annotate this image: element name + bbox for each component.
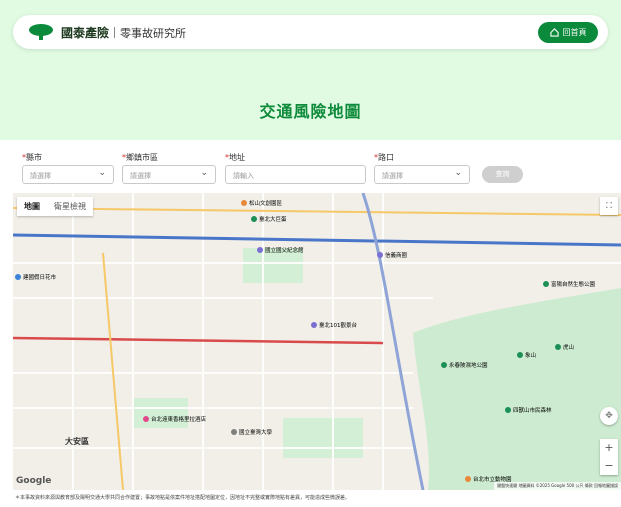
- chevron-down-icon: ⌄: [454, 168, 462, 178]
- zoom-controls: + −: [600, 439, 618, 475]
- poi-marker[interactable]: 臺北101觀景台: [311, 321, 357, 329]
- address-label: *地址: [225, 153, 245, 162]
- tab-map[interactable]: 地圖: [17, 197, 47, 216]
- tab-satellite[interactable]: 衛星檢視: [47, 197, 93, 216]
- footnote: ＊本事故資料來源與教育部及陽明交通大學共同合作建置；事故地點是依案件地址搭配地圖…: [15, 495, 351, 501]
- poi-marker[interactable]: 國立國父紀念館: [257, 246, 304, 254]
- brand-title[interactable]: 國泰產險 零事故研究所: [61, 24, 186, 41]
- chevron-down-icon: ⌄: [98, 168, 106, 178]
- poi-marker[interactable]: 信義商圈: [377, 251, 407, 259]
- poi-marker[interactable]: 臺北大巨蛋: [251, 215, 287, 223]
- chevron-down-icon: ⌄: [200, 168, 208, 178]
- poi-marker[interactable]: 台北遠東香格里拉酒店: [143, 415, 206, 423]
- home-label: 回首頁: [562, 28, 587, 37]
- map-attribution[interactable]: 鍵盤快速鍵 地圖資料 ©2025 Google 500 公尺 條款 回報地圖錯誤: [494, 482, 621, 490]
- poi-marker[interactable]: 四獸山市民森林: [505, 406, 552, 414]
- district-label: *鄉鎮市區: [122, 153, 158, 162]
- poi-marker[interactable]: 松山文創園區: [241, 199, 282, 207]
- map-canvas[interactable]: [13, 193, 621, 490]
- county-select[interactable]: 請選擇 ⌄: [22, 165, 114, 184]
- intersection-label: *路口: [374, 153, 394, 162]
- map-type-toggle: 地圖 衛星檢視: [17, 197, 93, 216]
- pegman-icon[interactable]: ✥: [600, 407, 618, 425]
- home-icon: [549, 28, 559, 37]
- poi-marker[interactable]: 虎山: [555, 343, 574, 351]
- poi-marker[interactable]: 國立臺灣大學: [231, 428, 272, 436]
- county-label: *縣市: [22, 153, 42, 162]
- page-title: 交通風險地圖: [259, 102, 362, 121]
- intersection-select[interactable]: 請選擇 ⌄: [374, 165, 470, 184]
- fullscreen-icon[interactable]: ⛶: [600, 197, 618, 215]
- district-select[interactable]: 請選擇 ⌄: [122, 165, 216, 184]
- map-view[interactable]: 地圖 衛星檢視 ⛶ ✥ + − 松山文創園區 國立國父紀念館 臺北大巨蛋 信義商…: [13, 193, 621, 490]
- address-input[interactable]: 請輸入: [225, 165, 366, 184]
- brand-subtitle: 零事故研究所: [120, 27, 187, 40]
- zoom-out-button[interactable]: −: [600, 457, 618, 475]
- poi-marker[interactable]: 永春陂濕地公園: [441, 361, 488, 369]
- poi-marker[interactable]: 富陽自然生態公園: [543, 280, 595, 288]
- tree-logo-icon[interactable]: [28, 24, 54, 40]
- site-header: 國泰產險 零事故研究所 回首頁: [13, 15, 608, 49]
- poi-marker[interactable]: 象山: [517, 351, 536, 359]
- brand-name: 國泰產險: [61, 26, 110, 40]
- poi-marker[interactable]: 建國假日花市: [15, 273, 56, 281]
- google-logo: Google: [16, 476, 52, 486]
- home-button[interactable]: 回首頁: [538, 22, 598, 43]
- query-button[interactable]: 查詢: [482, 166, 523, 183]
- district-name: 大安區: [65, 437, 89, 446]
- zoom-in-button[interactable]: +: [600, 439, 618, 457]
